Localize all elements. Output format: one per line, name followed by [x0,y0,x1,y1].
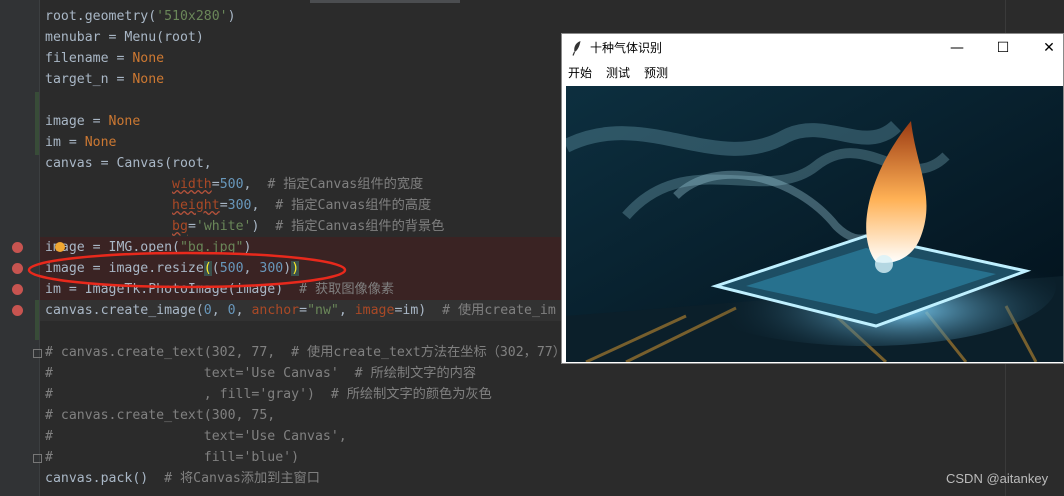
code-line[interactable]: # text='Use Canvas' # 所绘制文字的内容 [45,363,476,384]
code-line[interactable]: canvas.create_image(0, 0, anchor="nw", i… [45,300,556,321]
code-line[interactable]: target_n = None [45,69,164,90]
fold-toggle-icon[interactable] [33,454,42,463]
menu-predict[interactable]: 预测 [644,65,668,81]
close-button[interactable]: ✕ [1026,34,1064,62]
menu-start[interactable]: 开始 [568,65,592,81]
maximize-button[interactable]: ☐ [980,34,1026,62]
feather-icon [572,41,581,56]
code-line[interactable]: im = None [45,132,116,153]
code-line[interactable]: bg='white') # 指定Canvas组件的背景色 [45,216,444,237]
window-title-bar[interactable]: 十种气体识别 — ☐ ✕ [562,34,1063,62]
menu-test[interactable]: 测试 [606,65,630,81]
code-line[interactable]: image = None [45,111,140,132]
breakpoint-dot-icon[interactable] [12,263,23,274]
change-marker [35,92,39,155]
change-marker [35,300,39,340]
code-line[interactable]: filename = None [45,48,164,69]
code-line[interactable]: height=300, # 指定Canvas组件的高度 [45,195,431,216]
code-line[interactable]: root.geometry('510x280') [45,6,236,27]
code-line[interactable]: width=500, # 指定Canvas组件的宽度 [45,174,423,195]
minimize-button[interactable]: — [934,34,980,62]
canvas-background-image[interactable] [566,86,1063,362]
breakpoint-dot-icon[interactable] [12,305,23,316]
chip-flame-image [566,86,1063,362]
breakpoint-dot-icon[interactable] [12,242,23,253]
breakpoint-dot-icon[interactable] [12,284,23,295]
code-line[interactable]: # , fill='gray') # 所绘制文字的颜色为灰色 [45,384,492,405]
code-line[interactable]: # fill='blue') [45,447,299,468]
code-line[interactable]: canvas = Canvas(root, [45,153,212,174]
code-line[interactable]: menubar = Menu(root) [45,27,204,48]
code-line[interactable]: # text='Use Canvas', [45,426,347,447]
code-line[interactable]: canvas.pack() # 将Canvas添加到主窗口 [45,468,320,489]
tk-app-window[interactable]: 十种气体识别 — ☐ ✕ 开始 测试 预测 [561,33,1064,364]
fold-toggle-icon[interactable] [33,349,42,358]
editor-tab-strip [310,0,460,3]
menu-bar: 开始 测试 预测 [562,62,1063,84]
code-line[interactable]: # canvas.create_text(300, 75, [45,405,275,426]
red-ellipse-annotation [27,251,347,289]
watermark-text: CSDN @aitankey [946,471,1049,486]
window-title: 十种气体识别 [590,41,663,55]
code-line[interactable]: # canvas.create_text(302, 77, # 使用create… [45,342,566,363]
